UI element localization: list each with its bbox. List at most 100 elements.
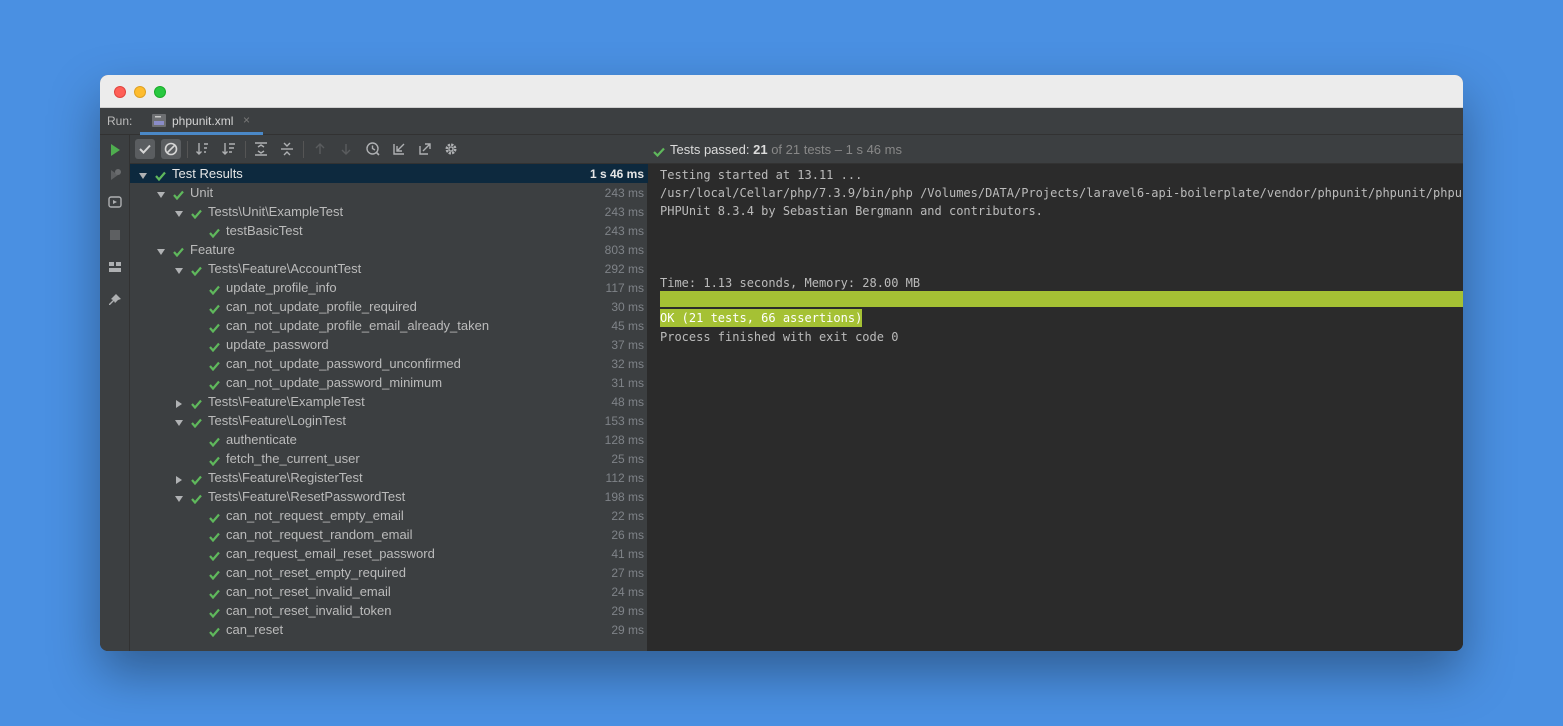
passed-check-icon [209,529,220,543]
show-ignored-icon[interactable] [161,139,181,159]
layout-icon[interactable] [107,259,123,275]
tree-row[interactable]: can_not_update_profile_required 30 ms [130,297,648,316]
test-duration: 31 ms [611,376,644,390]
minimize-window-button[interactable] [134,86,146,98]
test-name: can_not_update_password_minimum [226,375,443,390]
collapse-all-icon[interactable] [277,139,297,159]
test-name: Tests\Feature\RegisterTest [208,470,363,485]
sort-duration-icon[interactable] [219,139,239,159]
test-duration: 198 ms [604,490,644,504]
test-name: can_not_reset_empty_required [226,565,406,580]
test-name: can_not_reset_invalid_token [226,603,392,618]
title-bar [100,75,1463,108]
tree-row[interactable]: Tests\Feature\ResetPasswordTest 198 ms [130,487,648,506]
test-duration: 153 ms [604,414,644,428]
collapse-arrow-icon[interactable] [174,415,184,426]
tree-row[interactable]: Tests\Feature\LoginTest 153 ms [130,411,648,430]
tree-row[interactable]: Tests\Feature\RegisterTest 112 ms [130,468,648,487]
tree-row[interactable]: can_not_request_random_email 26 ms [130,525,648,544]
tree-row[interactable]: fetch_the_current_user 25 ms [130,449,648,468]
console-line: Time: 1.13 seconds, Memory: 28.00 MB [660,276,921,290]
collapse-arrow-icon[interactable] [174,491,184,502]
close-tab-icon[interactable]: × [243,113,250,127]
status-text: Tests passed: 21 of 21 tests – 1 s 46 ms [670,142,902,157]
test-name: Tests\Unit\ExampleTest [208,204,344,219]
tree-row[interactable]: can_not_reset_invalid_token 29 ms [130,601,648,620]
console-output: Testing started at 13.11 ... /usr/local/… [648,164,1463,651]
collapse-arrow-icon[interactable] [156,187,166,198]
passed-check-icon [155,168,166,182]
close-window-button[interactable] [114,86,126,98]
console-line: /usr/local/Cellar/php/7.3.9/bin/php /Vol… [660,186,1463,200]
tree-row[interactable]: Feature 803 ms [130,240,648,259]
status-prefix: Tests passed: [670,142,754,157]
test-history-icon[interactable] [363,139,383,159]
test-toolbar [130,135,648,164]
sort-alpha-icon[interactable] [193,139,213,159]
import-tests-icon[interactable] [389,139,409,159]
tree-row[interactable]: can_request_email_reset_password 41 ms [130,544,648,563]
tree-row[interactable]: update_password 37 ms [130,335,648,354]
test-name: can_not_update_password_unconfirmed [226,356,461,371]
tree-row[interactable]: Tests\Feature\AccountTest 292 ms [130,259,648,278]
passed-check-icon [191,415,202,429]
passed-check-icon [191,263,202,277]
test-name: Tests\Feature\LoginTest [208,413,347,428]
tree-row[interactable]: can_not_update_password_minimum 31 ms [130,373,648,392]
collapse-arrow-icon[interactable] [138,168,148,179]
tree-row[interactable]: authenticate 128 ms [130,430,648,449]
console-line: Process finished with exit code 0 [660,330,899,344]
expand-arrow-icon[interactable] [174,396,184,408]
collapse-arrow-icon[interactable] [174,206,184,217]
passed-check-icon [209,434,220,448]
tree-row[interactable]: Unit 243 ms [130,183,648,202]
test-duration: 25 ms [611,452,644,466]
tree-row[interactable]: Tests\Unit\ExampleTest 243 ms [130,202,648,221]
test-duration: 243 ms [604,224,644,238]
tree-root-row[interactable]: Test Results 1 s 46 ms [130,164,648,183]
tree-row[interactable]: can_not_reset_empty_required 27 ms [130,563,648,582]
test-duration: 24 ms [611,585,644,599]
tree-row[interactable]: testBasicTest 243 ms [130,221,648,240]
tab-phpunit-xml[interactable]: phpunit.xml × [140,108,263,135]
test-name: update_password [226,337,329,352]
run-sidebar [100,135,130,651]
stop-icon[interactable] [107,227,123,243]
collapse-arrow-icon[interactable] [174,263,184,274]
next-failed-icon[interactable] [336,139,356,159]
status-passed-count: 21 [753,142,768,157]
test-duration: 41 ms [611,547,644,561]
collapse-arrow-icon[interactable] [156,244,166,255]
passed-check-icon [191,472,202,486]
tree-row[interactable]: Tests\Feature\ExampleTest 48 ms [130,392,648,411]
test-duration: 243 ms [604,186,644,200]
tree-row[interactable]: update_profile_info 117 ms [130,278,648,297]
passed-check-icon [209,377,220,391]
tree-row[interactable]: can_not_update_password_unconfirmed 32 ms [130,354,648,373]
passed-check-icon [209,510,220,524]
tree-row[interactable]: can_not_reset_invalid_email 24 ms [130,582,648,601]
test-name: can_reset [226,622,284,637]
previous-failed-icon[interactable] [310,139,330,159]
expand-arrow-icon[interactable] [174,472,184,484]
test-duration: 112 ms [605,471,644,485]
run-icon[interactable] [107,142,123,158]
passed-check-icon [209,548,220,562]
tree-row[interactable]: can_not_update_profile_email_already_tak… [130,316,648,335]
test-duration: 1 s 46 ms [589,167,644,181]
ok-summary: OK (21 tests, 66 assertions) [660,309,863,327]
settings-icon[interactable] [441,139,461,159]
pin-icon[interactable] [107,292,123,308]
tree-row[interactable]: can_not_request_empty_email 22 ms [130,506,648,525]
passed-check-icon [209,453,220,467]
console-line: Testing started at 13.11 ... [660,168,863,182]
test-duration: 243 ms [604,205,644,219]
toggle-auto-test-icon[interactable] [107,194,123,210]
show-passed-icon[interactable] [135,139,155,159]
tree-row[interactable]: can_reset 29 ms [130,620,648,639]
export-results-icon[interactable] [415,139,435,159]
test-duration: 29 ms [611,623,644,637]
expand-all-icon[interactable] [251,139,271,159]
zoom-window-button[interactable] [154,86,166,98]
rerun-failed-icon[interactable] [107,167,123,183]
